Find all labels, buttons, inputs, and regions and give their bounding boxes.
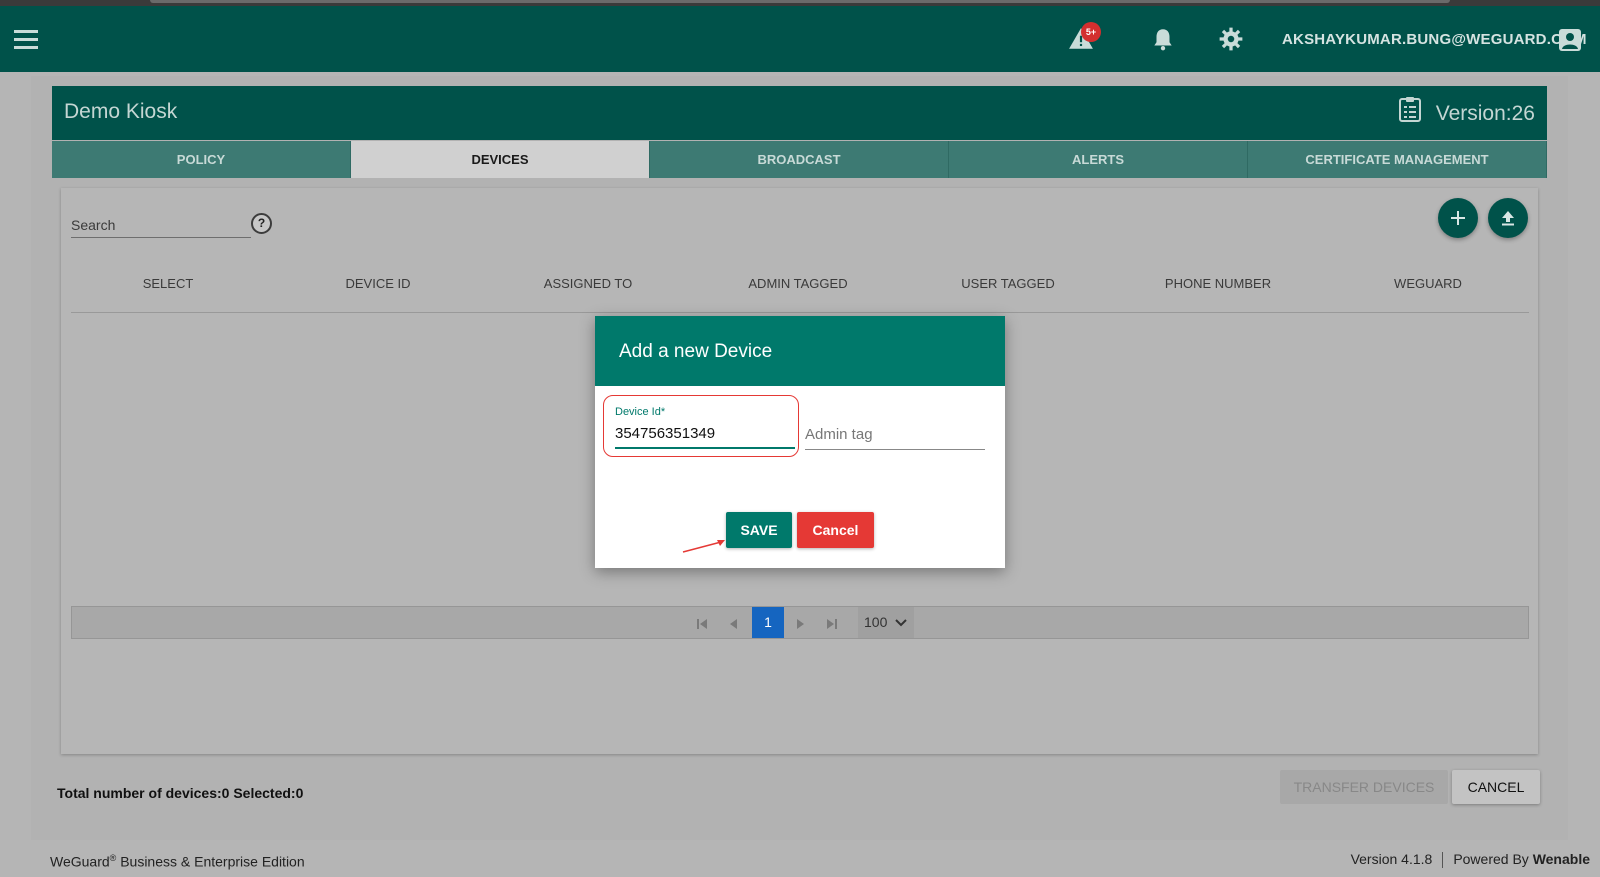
add-device-button[interactable]: [1438, 198, 1478, 238]
policy-header: Demo Kiosk Version:26: [52, 86, 1547, 140]
policy-title: Demo Kiosk: [64, 100, 178, 123]
prev-page-icon[interactable]: [724, 614, 744, 634]
help-icon[interactable]: ?: [251, 213, 272, 234]
policy-version: Version:26: [1435, 102, 1535, 125]
footer-edition: WeGuard® Business & Enterprise Edition: [50, 853, 305, 870]
powered-by-brand: Wenable: [1532, 851, 1590, 867]
search-input[interactable]: Search: [71, 214, 251, 238]
account-icon[interactable]: [1558, 28, 1582, 52]
save-button[interactable]: SAVE: [726, 512, 792, 548]
user-email[interactable]: AKSHAYKUMAR.BUNG@WEGUARD.COM: [1282, 31, 1587, 48]
gear-icon[interactable]: [1218, 26, 1244, 52]
upload-button[interactable]: [1488, 198, 1528, 238]
column-header-phone-number[interactable]: PHONE NUMBER: [1128, 276, 1308, 291]
add-device-dialog: Add a new Device Device Id* 354756351349…: [595, 316, 1005, 568]
tab-bar: POLICY DEVICES BROADCAST ALERTS CERTIFIC…: [52, 141, 1547, 178]
dialog-cancel-button[interactable]: Cancel: [797, 512, 874, 548]
pagination-bar: 1 100: [71, 606, 1529, 639]
hamburger-menu-icon[interactable]: [14, 30, 40, 50]
tab-certificate-management[interactable]: CERTIFICATE MANAGEMENT: [1248, 141, 1547, 178]
column-header-assigned-to[interactable]: ASSIGNED TO: [498, 276, 678, 291]
top-app-bar: 5+ AKSHAYKUMAR.BUNG@WEGUARD.COM: [0, 6, 1600, 72]
tab-policy[interactable]: POLICY: [52, 141, 351, 178]
column-header-user-tagged[interactable]: USER TAGGED: [918, 276, 1098, 291]
column-header-admin-tagged[interactable]: ADMIN TAGGED: [708, 276, 888, 291]
dialog-title: Add a new Device: [595, 316, 1005, 386]
page-size-value: 100: [864, 614, 888, 630]
footer-brand: WeGuard: [50, 853, 110, 870]
page-size-select[interactable]: 100: [858, 607, 914, 638]
transfer-devices-button[interactable]: TRANSFER DEVICES: [1280, 770, 1448, 804]
bell-icon[interactable]: [1150, 26, 1176, 52]
tab-broadcast[interactable]: BROADCAST: [650, 141, 949, 178]
last-page-icon[interactable]: [822, 614, 842, 634]
clipboard-icon: [1399, 96, 1421, 122]
chevron-down-icon: [895, 619, 907, 627]
app-version: Version 4.1.8: [1350, 851, 1433, 867]
column-header-weguard[interactable]: WEGUARD: [1338, 276, 1518, 291]
cancel-button[interactable]: CANCEL: [1452, 770, 1540, 804]
footer-version: Version 4.1.8 Powered By Wenable: [1350, 851, 1590, 869]
first-page-icon[interactable]: [692, 614, 712, 634]
arrow-annotation-icon: [682, 540, 725, 553]
alert-count-badge: 5+: [1081, 22, 1101, 42]
device-id-input[interactable]: 354756351349: [615, 425, 795, 449]
device-id-label: Device Id*: [615, 406, 666, 418]
tab-alerts[interactable]: ALERTS: [949, 141, 1248, 178]
column-header-select[interactable]: SELECT: [78, 276, 258, 291]
next-page-icon[interactable]: [790, 614, 810, 634]
current-page[interactable]: 1: [752, 607, 784, 638]
powered-by-label: Powered By: [1453, 851, 1533, 867]
table-header-divider: [71, 312, 1529, 313]
column-header-device-id[interactable]: DEVICE ID: [288, 276, 468, 291]
admin-tag-input[interactable]: Admin tag: [805, 426, 985, 450]
device-totals: Total number of devices:0 Selected:0: [57, 785, 304, 801]
footer-edition-text: Business & Enterprise Edition: [116, 853, 305, 870]
tab-devices[interactable]: DEVICES: [351, 141, 650, 178]
